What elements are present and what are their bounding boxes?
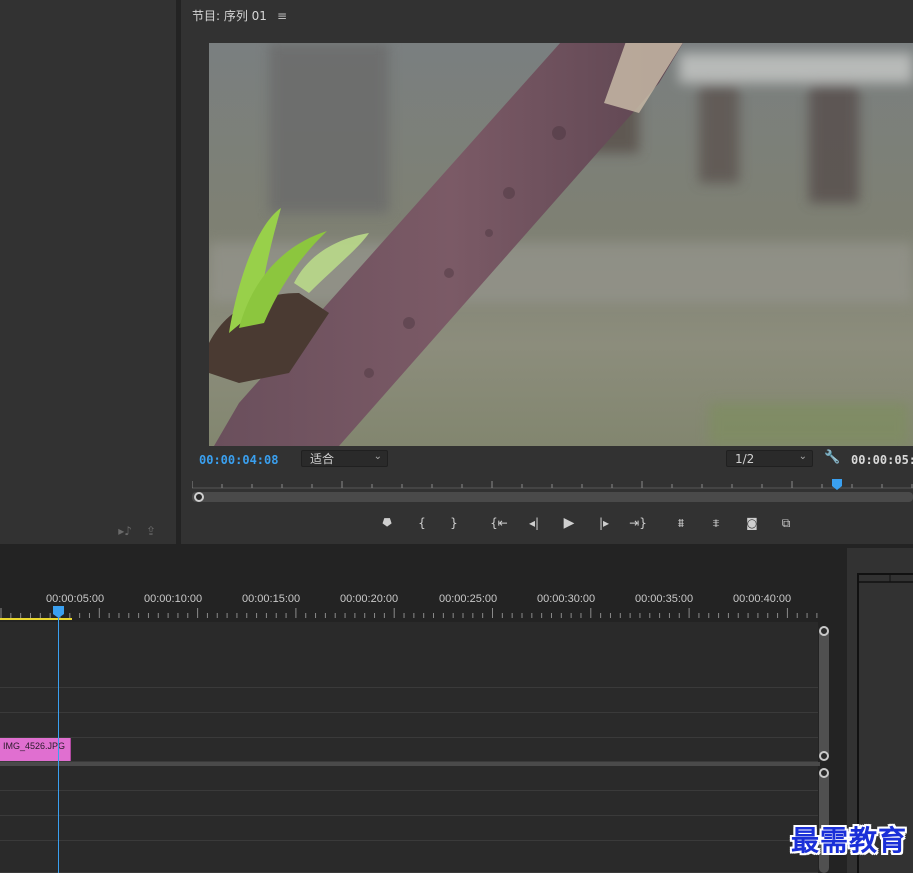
ruler-label: 00:00:40:00 [733, 593, 792, 605]
ruler-label: 00:00:05:00 [46, 593, 105, 605]
timeline-ruler-ticks [0, 608, 818, 618]
lift-icon[interactable]: ⩩ [670, 514, 692, 532]
overwrite-icon[interactable]: ⇪ [146, 524, 156, 538]
duration-timecode: 00:00:05:00 [851, 453, 913, 467]
extract-icon[interactable]: ⩨ [705, 514, 727, 532]
mark-out-icon[interactable]: } [443, 514, 465, 532]
ruler-label: 00:00:30:00 [537, 593, 596, 605]
add-marker-icon[interactable]: ⯂ [375, 514, 397, 532]
scroll-handle-top[interactable] [819, 626, 829, 636]
current-timecode[interactable]: 00:00:04:08 [199, 453, 278, 467]
audio-track-2[interactable] [0, 791, 818, 816]
chevron-down-icon: ⌄ [798, 451, 807, 462]
video-track-2[interactable] [0, 688, 818, 713]
step-forward-icon[interactable]: |▸ [593, 514, 615, 532]
go-to-out-icon[interactable]: ⇥} [627, 514, 649, 532]
timeline-clip[interactable]: IMG_4526.JPG [0, 738, 71, 761]
playback-resolution-dropdown[interactable]: 1/2 ⌄ [726, 450, 813, 467]
chevron-down-icon: ⌄ [373, 451, 382, 462]
panel-menu-icon[interactable]: ≡ [277, 9, 287, 23]
program-monitor-header: 节目: 序列 01 ≡ [192, 7, 287, 24]
transport-controls: ⯂ { } {⇤ ◂| ▶ |▸ ⇥} ⩩ ⩨ ◙ ⧉ [361, 514, 821, 532]
zoom-handle[interactable] [194, 492, 204, 502]
video-tracks-scrollbar[interactable] [819, 626, 829, 760]
timeline-playhead-line[interactable] [58, 612, 59, 873]
project-panel: ▸♪ ⇪ [0, 0, 176, 544]
video-track-1-upper[interactable] [0, 713, 818, 738]
ruler-label: 00:00:20:00 [340, 593, 399, 605]
audio-track-4[interactable] [0, 841, 818, 873]
audio-track-1[interactable] [0, 766, 818, 791]
comparison-view-icon[interactable]: ⧉ [775, 514, 797, 532]
video-frame-image [209, 43, 913, 446]
play-icon[interactable]: ▶ [558, 514, 580, 532]
ruler-label: 00:00:25:00 [439, 593, 498, 605]
timeline-ruler[interactable] [0, 580, 820, 620]
scroll-handle-bottom[interactable] [819, 751, 829, 761]
video-track-3[interactable] [0, 622, 818, 688]
zoom-level-dropdown[interactable]: 适合 ⌄ [301, 450, 388, 467]
ruler-label: 00:00:15:00 [242, 593, 301, 605]
work-area-bar[interactable] [0, 618, 72, 620]
playback-resolution-value: 1/2 [735, 451, 755, 466]
settings-wrench-icon[interactable]: 🔧 [824, 450, 840, 465]
video-track-1[interactable] [0, 738, 818, 762]
ruler-label: 00:00:35:00 [635, 593, 694, 605]
video-preview [209, 43, 913, 446]
ruler-label: 00:00:10:00 [144, 593, 203, 605]
project-panel-footer: ▸♪ ⇪ [118, 524, 156, 538]
watermark-text: 最需教育 [790, 824, 907, 857]
step-back-icon[interactable]: ◂| [523, 514, 545, 532]
monitor-time-ruler[interactable] [192, 478, 913, 506]
audio-insert-icon[interactable]: ▸♪ [118, 524, 132, 538]
zoom-level-value: 适合 [310, 452, 335, 466]
program-monitor-title[interactable]: 节目: 序列 01 [192, 7, 267, 24]
program-monitor: 节目: 序列 01 ≡ 00:00:04:08 适合 ⌄ 1/2 ⌄ 🔧 00:… [181, 0, 913, 544]
export-frame-icon[interactable]: ◙ [741, 514, 763, 532]
scroll-handle-top[interactable] [819, 768, 829, 778]
mark-in-icon[interactable]: { [411, 514, 433, 532]
monitor-scrub-bar[interactable] [192, 492, 913, 502]
go-to-in-icon[interactable]: {⇤ [488, 514, 510, 532]
audio-track-3[interactable] [0, 816, 818, 841]
